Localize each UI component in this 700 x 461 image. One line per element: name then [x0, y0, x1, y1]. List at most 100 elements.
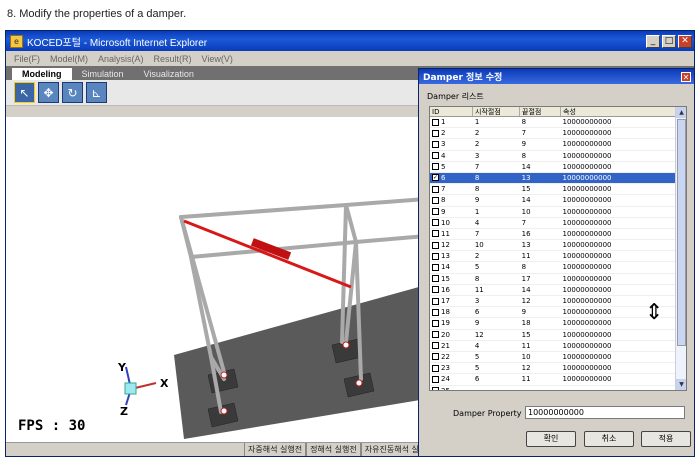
menu-result[interactable]: Result(R) [154, 54, 192, 64]
row-checkbox[interactable] [432, 163, 439, 171]
table-row[interactable]: 2 2 7 10000000000 [430, 128, 676, 140]
table-row[interactable]: 17 3 12 10000000000 [430, 296, 676, 308]
menu-view[interactable]: View(V) [202, 54, 233, 64]
scroll-up-icon[interactable]: ▲ [676, 107, 686, 118]
status-selfweight: 자중해석 실행전 [244, 443, 307, 456]
tab-modeling[interactable]: Modeling [12, 68, 72, 80]
row-checkbox[interactable] [432, 331, 439, 339]
table-row[interactable]: 3 2 9 10000000000 [430, 139, 676, 151]
cell-id: 10 [430, 218, 473, 228]
scroll-thumb[interactable] [677, 119, 686, 346]
row-checkbox[interactable]: ✓ [432, 174, 439, 182]
axes-tool-button[interactable]: ⊾ [86, 82, 107, 103]
row-checkbox[interactable] [432, 387, 439, 390]
select-tool-button[interactable]: ↖ [14, 82, 35, 103]
cell-start-node: 4 [474, 218, 480, 227]
table-row[interactable]: 24 6 11 10000000000 [430, 374, 676, 386]
row-checkbox[interactable] [432, 353, 439, 361]
damper-list[interactable]: ID 시작절점 끝절점 속성 1 1 8 10000000000 2 2 7 10000000… [429, 106, 687, 391]
dialog-titlebar: Damper 정보 수정 ✕ [419, 69, 694, 84]
row-checkbox[interactable] [432, 219, 439, 227]
table-row[interactable]: 4 3 8 10000000000 [430, 151, 676, 162]
row-checkbox[interactable] [432, 375, 439, 383]
cell-property: 10000000000 [562, 352, 612, 361]
table-row[interactable]: 19 9 18 10000000000 [430, 318, 676, 330]
table-row[interactable]: 21 4 11 10000000000 [430, 341, 676, 352]
menu-file[interactable]: File(F) [14, 54, 40, 64]
minimize-button[interactable]: _ [646, 34, 660, 48]
table-row[interactable]: 10 4 7 10000000000 [430, 218, 676, 229]
row-checkbox[interactable] [432, 208, 439, 215]
table-row[interactable]: 15 8 17 10000000000 [430, 274, 676, 285]
col-property[interactable]: 속성 [561, 107, 677, 116]
cell-end-node: 15 [521, 185, 531, 194]
row-checkbox[interactable] [432, 308, 439, 316]
row-checkbox[interactable] [432, 297, 439, 305]
close-button[interactable]: ✕ [678, 34, 692, 48]
row-checkbox[interactable] [432, 319, 439, 327]
tab-visualization[interactable]: Visualization [134, 68, 204, 80]
row-checkbox[interactable] [432, 241, 439, 249]
col-end-node[interactable]: 끝절점 [520, 107, 561, 116]
table-row[interactable]: 7 8 15 10000000000 [430, 184, 676, 196]
dialog-close-button[interactable]: ✕ [681, 71, 691, 82]
row-checkbox[interactable] [432, 230, 439, 238]
3d-viewport[interactable]: X Y Z [6, 117, 426, 443]
cell-start-node: 2 [474, 140, 480, 149]
table-row[interactable]: 18 6 9 10000000000 [430, 307, 676, 319]
row-id-label: 7 [441, 185, 446, 194]
table-row[interactable]: 16 11 14 10000000000 [430, 285, 676, 296]
rotate-tool-button[interactable]: ↻ [62, 82, 83, 103]
table-row[interactable]: 22 5 10 10000000000 [430, 352, 676, 364]
row-checkbox[interactable] [432, 152, 439, 160]
damper-property-input[interactable]: 10000000000 [525, 406, 685, 419]
tab-simulation[interactable]: Simulation [72, 68, 134, 80]
table-row[interactable]: 25 [430, 386, 676, 391]
col-start-node[interactable]: 시작절점 [473, 107, 520, 116]
cell-id: 4 [430, 151, 473, 161]
scroll-down-icon[interactable]: ▼ [676, 379, 686, 390]
table-row[interactable]: 1 1 8 10000000000 [430, 117, 676, 129]
row-checkbox[interactable] [432, 196, 439, 204]
cell-start-node: 8 [474, 173, 480, 182]
table-row[interactable]: 20 12 15 10000000000 [430, 330, 676, 341]
row-id-label: 15 [441, 274, 450, 283]
table-row[interactable]: 14 5 8 10000000000 [430, 262, 676, 274]
resize-cursor-icon: ⇕ [645, 300, 664, 325]
row-checkbox[interactable] [432, 286, 439, 294]
menu-model[interactable]: Model(M) [50, 54, 88, 64]
row-checkbox[interactable] [432, 118, 439, 126]
row-checkbox[interactable] [432, 129, 439, 137]
table-row[interactable]: 9 1 10 10000000000 [430, 207, 676, 218]
window-titlebar: e KOCED포털 - Microsoft Internet Explorer … [6, 31, 694, 51]
row-id-label: 3 [441, 140, 446, 149]
list-scrollbar[interactable]: ▲ ▼ [675, 107, 686, 390]
cell-property: 10000000000 [562, 274, 612, 283]
row-checkbox[interactable] [432, 252, 439, 260]
apply-button[interactable]: 적용 [641, 431, 691, 447]
row-checkbox[interactable] [432, 342, 439, 350]
cell-property: 10000000000 [562, 129, 612, 138]
table-row[interactable]: 23 5 12 10000000000 [430, 363, 676, 375]
row-checkbox[interactable] [432, 263, 439, 271]
row-checkbox[interactable] [432, 275, 439, 283]
cell-id: 14 [430, 262, 473, 272]
ok-button[interactable]: 확인 [526, 431, 576, 447]
cancel-button[interactable]: 취소 [584, 431, 634, 447]
table-row[interactable]: 11 7 16 10000000000 [430, 229, 676, 241]
table-row[interactable]: ✓ 6 8 13 10000000000 [430, 172, 676, 185]
row-checkbox[interactable] [432, 140, 439, 148]
maximize-button[interactable]: □ [662, 34, 676, 48]
table-row[interactable]: 5 7 14 10000000000 [430, 162, 676, 173]
move-tool-button[interactable]: ✥ [38, 82, 59, 103]
table-row[interactable]: 12 10 13 10000000000 [430, 240, 676, 252]
row-id-label: 11 [441, 229, 450, 238]
cell-start-node: 3 [474, 297, 480, 305]
menu-analysis[interactable]: Analysis(A) [98, 54, 144, 64]
table-row[interactable]: 13 2 11 10000000000 [430, 251, 676, 263]
col-id[interactable]: ID [430, 107, 473, 116]
row-checkbox[interactable] [432, 364, 439, 372]
table-row[interactable]: 8 9 14 10000000000 [430, 195, 676, 207]
cell-start-node [473, 386, 520, 391]
row-checkbox[interactable] [432, 185, 439, 193]
